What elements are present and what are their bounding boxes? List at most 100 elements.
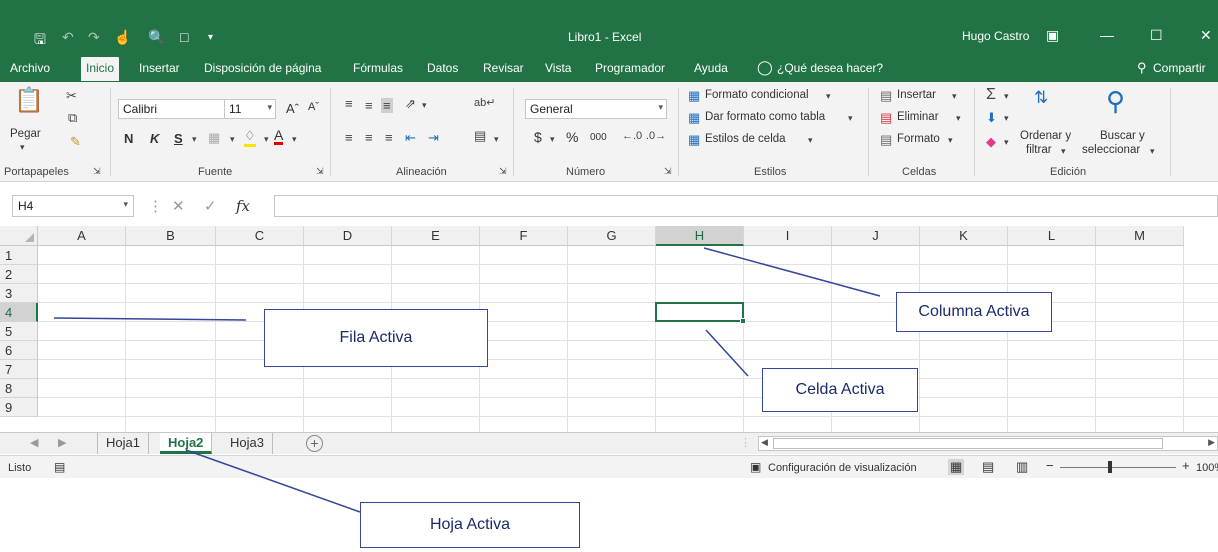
row-header-7[interactable]: 7 [0, 360, 38, 379]
wrap-text-icon[interactable]: ab↵ [474, 96, 495, 109]
tab-formulas[interactable]: Fórmulas [353, 61, 403, 75]
sort-filter-line2[interactable]: filtrar [1026, 144, 1052, 156]
column-header-k[interactable]: K [920, 226, 1008, 246]
display-settings-button[interactable]: Configuración de visualización [768, 462, 917, 474]
bold-button[interactable]: N [124, 131, 133, 146]
tab-programador[interactable]: Programador [595, 61, 665, 75]
chevron-down-icon[interactable]: ▾ [1004, 113, 1009, 124]
percent-button[interactable]: % [566, 129, 578, 145]
chevron-down-icon[interactable]: ▾ [1004, 91, 1009, 102]
paste-dropdown-icon[interactable]: ▾ [20, 142, 25, 153]
undo-icon[interactable]: ↶ [62, 29, 74, 46]
normal-view-icon[interactable]: ▦ [948, 459, 965, 475]
decrease-indent-icon[interactable]: ⇤ [405, 130, 416, 146]
delete-cells-button[interactable]: Eliminar [897, 111, 939, 123]
clipboard-launcher-icon[interactable]: ⇲ [93, 166, 101, 177]
row-header-5[interactable]: 5 [0, 322, 38, 341]
tab-disposicion[interactable]: Disposición de página [204, 61, 321, 75]
number-launcher-icon[interactable]: ⇲ [664, 166, 672, 177]
cell-styles-button[interactable]: Estilos de celda [705, 133, 786, 145]
tab-archivo[interactable]: Archivo [10, 61, 50, 75]
number-format-combo[interactable]: General ▾ [525, 99, 667, 119]
underline-dropdown-icon[interactable]: ▾ [192, 134, 197, 145]
format-painter-icon[interactable]: ✎ [70, 134, 81, 150]
row-header-4[interactable]: 4 [0, 303, 38, 322]
insert-cells-button[interactable]: Insertar [897, 89, 936, 101]
minimize-icon[interactable]: — [1100, 27, 1114, 43]
page-layout-view-icon[interactable]: ▤ [982, 459, 994, 475]
merge-dropdown-icon[interactable]: ▾ [494, 134, 499, 145]
font-color-icon[interactable]: A [274, 128, 284, 145]
chevron-down-icon[interactable]: ▾ [826, 91, 831, 102]
increase-decimal-icon[interactable]: ←.0 [622, 130, 642, 142]
decrease-decimal-icon[interactable]: .0→ [646, 130, 666, 142]
copy-icon[interactable]: ⧉ [68, 110, 77, 126]
page-break-view-icon[interactable]: ▥ [1016, 459, 1028, 475]
zoom-slider-thumb[interactable] [1108, 461, 1112, 473]
font-name-combo[interactable]: Calibri ▾ [118, 99, 234, 119]
align-top-icon[interactable]: ≡ [345, 96, 353, 111]
column-header-b[interactable]: B [126, 226, 216, 246]
row-header-9[interactable]: 9 [0, 398, 38, 417]
sort-filter-line1[interactable]: Ordenar y [1020, 130, 1071, 142]
font-color-dropdown-icon[interactable]: ▾ [292, 134, 297, 145]
increase-font-icon[interactable]: Aˆ [286, 101, 299, 116]
macro-record-icon[interactable]: ▤ [54, 460, 65, 474]
confirm-entry-icon[interactable]: ✓ [204, 197, 217, 215]
chevron-down-icon[interactable]: ▾ [1150, 146, 1155, 157]
new-file-icon[interactable]: □ [180, 29, 188, 45]
thousands-button[interactable]: 000 [590, 132, 607, 143]
row-header-8[interactable]: 8 [0, 379, 38, 398]
fill-handle[interactable] [740, 318, 746, 324]
column-header-c[interactable]: C [216, 226, 304, 246]
italic-button[interactable]: K [150, 131, 159, 146]
tab-insertar[interactable]: Insertar [139, 61, 180, 75]
decrease-font-icon[interactable]: Aˇ [308, 101, 319, 113]
customize-icon[interactable]: ▾ [208, 32, 213, 43]
paste-icon[interactable]: 📋 [14, 86, 44, 115]
fill-color-icon[interactable]: ♢ [244, 128, 256, 147]
currency-dropdown-icon[interactable]: ▾ [550, 134, 555, 145]
insert-function-icon[interactable]: fx [236, 197, 250, 215]
find-select-line2[interactable]: seleccionar [1082, 144, 1140, 156]
chevron-down-icon[interactable]: ▾ [952, 91, 957, 102]
sheet-tab-hoja1[interactable]: Hoja1 [97, 433, 149, 454]
next-sheet-icon[interactable]: ▶ [58, 436, 66, 449]
zoom-slider[interactable] [1060, 467, 1176, 468]
tab-datos[interactable]: Datos [427, 61, 458, 75]
name-box[interactable]: H4 ▾ [12, 195, 134, 217]
align-middle-icon[interactable]: ≡ [365, 98, 373, 113]
print-preview-icon[interactable]: 🔍 [148, 29, 165, 46]
tab-inicio[interactable]: Inicio [81, 57, 120, 81]
select-all-corner[interactable] [0, 226, 38, 246]
borders-icon[interactable]: ▦ [208, 130, 220, 146]
column-header-e[interactable]: E [392, 226, 480, 246]
zoom-out-icon[interactable]: − [1046, 458, 1054, 473]
increase-indent-icon[interactable]: ⇥ [428, 130, 439, 146]
alignment-launcher-icon[interactable]: ⇲ [499, 166, 507, 177]
add-sheet-button[interactable]: + [306, 435, 323, 452]
font-size-combo[interactable]: 11 ▾ [224, 99, 276, 119]
underline-button[interactable]: S [174, 131, 183, 146]
redo-icon[interactable]: ↷ [88, 29, 100, 46]
font-launcher-icon[interactable]: ⇲ [316, 166, 324, 177]
tab-revisar[interactable]: Revisar [483, 61, 524, 75]
touch-mode-icon[interactable]: ☝ [114, 29, 131, 46]
borders-dropdown-icon[interactable]: ▾ [230, 134, 235, 145]
tell-me-box[interactable]: ¿Qué desea hacer? [777, 61, 883, 75]
orientation-dropdown-icon[interactable]: ▾ [422, 100, 427, 111]
column-header-m[interactable]: M [1096, 226, 1184, 246]
column-header-a[interactable]: A [38, 226, 126, 246]
align-right-icon[interactable]: ≡ [385, 130, 393, 145]
formula-input[interactable] [274, 195, 1218, 217]
close-icon[interactable]: ✕ [1200, 27, 1212, 44]
cut-icon[interactable]: ✂ [66, 88, 77, 104]
cancel-entry-icon[interactable]: ✕ [172, 197, 185, 215]
clear-icon[interactable]: ◆ [986, 134, 996, 150]
scroll-left-icon[interactable]: ◀ [761, 437, 768, 448]
ribbon-display-icon[interactable]: ▣ [1046, 27, 1059, 44]
align-center-icon[interactable]: ≡ [365, 130, 373, 145]
chevron-down-icon[interactable]: ▾ [848, 113, 853, 124]
column-header-d[interactable]: D [304, 226, 392, 246]
column-header-j[interactable]: J [832, 226, 920, 246]
